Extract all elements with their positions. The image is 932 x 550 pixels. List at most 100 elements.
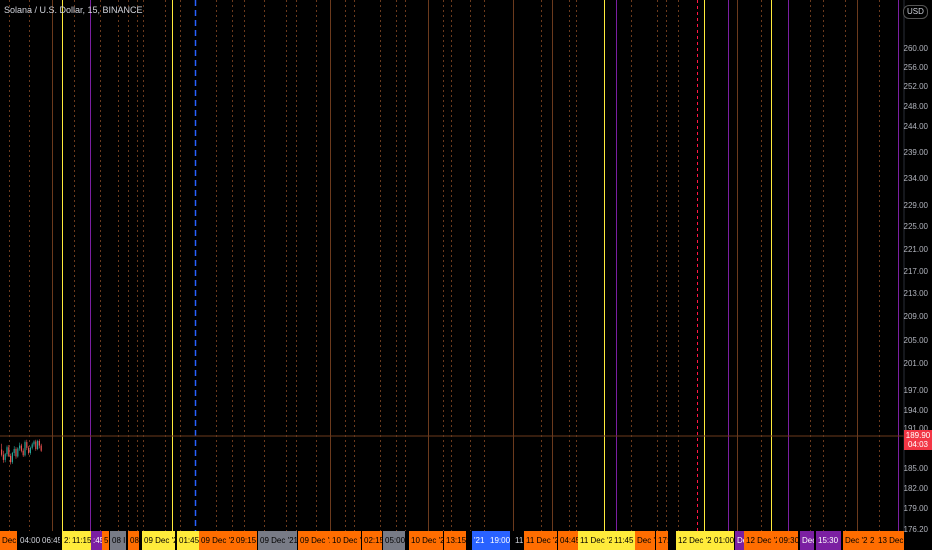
- time-axis-label: :45: [91, 531, 102, 550]
- candle: [26, 439, 28, 451]
- time-axis-label: 09:15: [234, 531, 257, 550]
- time-axis-label: 04:45: [558, 531, 578, 550]
- price-axis-tick: 229.00: [904, 201, 929, 210]
- price-axis-tick: 179.00: [904, 504, 929, 513]
- chart-canvas[interactable]: 260.00 256.00 252.00 248.00 244.00 239.00 234.…: [0, 0, 932, 550]
- time-axis-label: Dec '21: [800, 531, 814, 550]
- time-axis-label: Dec '21: [843, 531, 868, 550]
- candle-body: [28, 447, 30, 454]
- price-axis-tick: 213.00: [904, 289, 929, 298]
- candle-body: [20, 445, 22, 451]
- price-axis-tick: 205.00: [904, 336, 929, 345]
- price-axis-tick: 217.00: [904, 267, 929, 276]
- candle-body: [8, 447, 10, 456]
- session-separator-lines: [9, 0, 899, 531]
- current-price-badge: 189.90 04:03: [904, 430, 932, 450]
- time-axis-label: Dec '21: [0, 531, 17, 550]
- price-axis-tick: 260.00: [904, 44, 929, 53]
- candle: [11, 451, 13, 464]
- candle: [24, 440, 26, 457]
- candle: [20, 443, 22, 453]
- time-axis-label: 09 Dec '21: [258, 531, 297, 550]
- candle-body: [4, 454, 6, 460]
- time-axis-label: 09 Dec '21: [142, 531, 175, 550]
- price-axis-tick: 256.00: [904, 63, 929, 72]
- time-axis-label: De: [735, 531, 744, 550]
- candle: [38, 439, 40, 449]
- candle-body: [24, 442, 26, 456]
- candle-body: [38, 440, 40, 446]
- currency-badge[interactable]: USD: [903, 5, 928, 19]
- candles: [1, 439, 42, 465]
- candle: [28, 446, 30, 455]
- candle: [13, 446, 15, 456]
- time-axis-label: 09 Dec '21: [298, 531, 330, 550]
- candle-body: [35, 441, 37, 449]
- time-axis-label: 15:30: [816, 531, 841, 550]
- candle-body: [37, 440, 39, 449]
- price-axis-tick: 234.00: [904, 174, 929, 183]
- price-axis-tick: 182.00: [904, 484, 929, 493]
- candle-body: [1, 449, 3, 455]
- time-axis-label: 09:30: [777, 531, 798, 550]
- candle-body: [29, 447, 31, 454]
- price-axis-tick: 244.00: [904, 122, 929, 131]
- time-axis-label: 17:: [656, 531, 668, 550]
- candle-body: [15, 448, 17, 457]
- candle-body: [26, 442, 28, 448]
- candle-body: [17, 448, 19, 457]
- time-axis-label: '21: [472, 531, 488, 550]
- time-axis-label: Dec '21: [635, 531, 655, 550]
- time-axis-label: 11:45: [612, 531, 635, 550]
- time-axis-label: 01:45: [177, 531, 199, 550]
- time-axis-label: 11 Dec '21: [524, 531, 557, 550]
- candle-body: [31, 444, 33, 448]
- candle: [17, 447, 19, 458]
- candle: [15, 447, 17, 459]
- candle: [33, 440, 35, 447]
- price-axis-tick: 185.00: [904, 464, 929, 473]
- current-price-value: 189.90: [905, 431, 931, 440]
- time-axis-label: 11:15: [70, 531, 91, 550]
- time-axis-label: 12 Dec '21: [676, 531, 712, 550]
- candle-body: [6, 447, 8, 455]
- time-axis-label: 06:45: [40, 531, 60, 550]
- price-axis-tick: 176.20: [904, 525, 929, 534]
- candle: [31, 442, 33, 450]
- price-axis-tick: 201.00: [904, 359, 929, 368]
- time-axis-label: 5: [102, 531, 109, 550]
- price-axis-tick: 225.00: [904, 222, 929, 231]
- time-axis-label: 04:00: [18, 531, 40, 550]
- candle: [35, 439, 37, 451]
- candle: [2, 450, 4, 463]
- price-axis: 260.00 256.00 252.00 248.00 244.00 239.00 234.…: [904, 44, 929, 534]
- time-axis-label: 11: [513, 531, 523, 550]
- time-axis-label: 2: [868, 531, 876, 550]
- price-axis-tick: 197.00: [904, 386, 929, 395]
- price-axis-tick: 248.00: [904, 102, 929, 111]
- price-axis-tick: 209.00: [904, 312, 929, 321]
- candle-body: [2, 454, 4, 460]
- time-axis-label: 13:15: [444, 531, 466, 550]
- time-axis-label: 10 Dec '21: [409, 531, 443, 550]
- candle-body: [13, 448, 15, 454]
- candle-body: [19, 445, 21, 449]
- bar-countdown: 04:03: [907, 440, 929, 449]
- time-axis-label: 10 Dec '21: [330, 531, 361, 550]
- candle-body: [11, 453, 13, 463]
- price-axis-tick: 221.00: [904, 245, 929, 254]
- candle: [1, 443, 3, 457]
- candle: [6, 445, 8, 457]
- time-axis-label: 19:00: [488, 531, 510, 550]
- candle-body: [33, 441, 35, 445]
- time-axis-label: 13 Dec '21: [876, 531, 904, 550]
- symbol-title[interactable]: Solana / U.S. Dollar, 15, BINANCE: [4, 5, 143, 15]
- price-axis-tick: 252.00: [904, 82, 929, 91]
- candle: [37, 439, 39, 451]
- time-axis-label: 12 Dec '21: [744, 531, 777, 550]
- time-axis-label: 21: [62, 531, 70, 550]
- time-axis-label: 09 Dec '21: [199, 531, 234, 550]
- time-axis-label: 01:00: [712, 531, 734, 550]
- candle: [40, 443, 42, 452]
- time-axis-label: 08 D: [128, 531, 139, 550]
